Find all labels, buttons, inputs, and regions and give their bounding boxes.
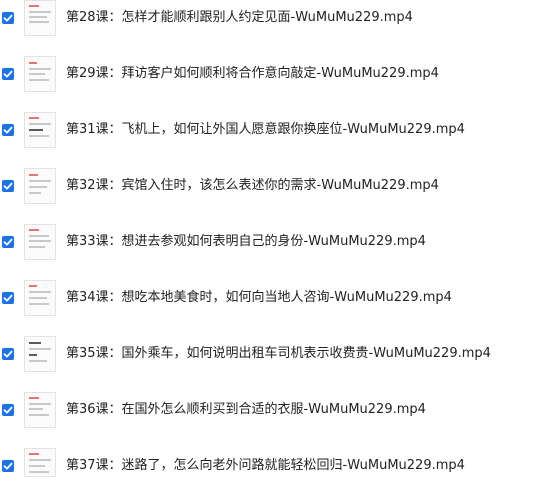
file-name[interactable]: 第33课：想进去参观如何表明自己的身份-WuMuMu229.mp4 [66, 234, 426, 250]
video-thumbnail[interactable] [24, 112, 56, 148]
checkbox-checked-icon[interactable] [2, 460, 14, 472]
file-row[interactable]: 第28课：怎样才能顺利跟别人约定见面-WuMuMu229.mp4 [0, 0, 534, 40]
video-thumbnail[interactable] [24, 168, 56, 204]
file-name[interactable]: 第32课：宾馆入住时，该怎么表述你的需求-WuMuMu229.mp4 [66, 178, 439, 194]
checkbox-checked-icon[interactable] [2, 348, 14, 360]
checkbox-checked-icon[interactable] [2, 12, 14, 24]
video-thumbnail[interactable] [24, 224, 56, 260]
file-name[interactable]: 第31课：飞机上，如何让外国人愿意跟你换座位-WuMuMu229.mp4 [66, 122, 465, 138]
checkbox-checked-icon[interactable] [2, 236, 14, 248]
checkbox-checked-icon[interactable] [2, 124, 14, 136]
file-row[interactable]: 第35课：国外乘车，如何说明出租车司机表示收费贵-WuMuMu229.mp4 [0, 336, 534, 376]
file-row[interactable]: 第37课：迷路了，怎么向老外问路就能轻松回归-WuMuMu229.mp4 [0, 448, 534, 488]
file-row[interactable]: 第32课：宾馆入住时，该怎么表述你的需求-WuMuMu229.mp4 [0, 168, 534, 208]
file-name[interactable]: 第35课：国外乘车，如何说明出租车司机表示收费贵-WuMuMu229.mp4 [66, 346, 491, 362]
video-thumbnail[interactable] [24, 56, 56, 92]
file-name[interactable]: 第29课：拜访客户如何顺利将合作意向敲定-WuMuMu229.mp4 [66, 66, 439, 82]
video-thumbnail[interactable] [24, 336, 56, 372]
video-thumbnail[interactable] [24, 448, 56, 477]
checkbox-checked-icon[interactable] [2, 292, 14, 304]
checkbox-checked-icon[interactable] [2, 180, 14, 192]
video-thumbnail[interactable] [24, 392, 56, 428]
checkbox-checked-icon[interactable] [2, 404, 14, 416]
file-row[interactable]: 第31课：飞机上，如何让外国人愿意跟你换座位-WuMuMu229.mp4 [0, 112, 534, 152]
file-row[interactable]: 第36课：在国外怎么顺利买到合适的衣服-WuMuMu229.mp4 [0, 392, 534, 432]
file-name[interactable]: 第34课：想吃本地美食时，如何向当地人咨询-WuMuMu229.mp4 [66, 290, 452, 306]
video-thumbnail[interactable] [24, 0, 56, 36]
file-row[interactable]: 第34课：想吃本地美食时，如何向当地人咨询-WuMuMu229.mp4 [0, 280, 534, 320]
video-thumbnail[interactable] [24, 280, 56, 316]
file-name[interactable]: 第36课：在国外怎么顺利买到合适的衣服-WuMuMu229.mp4 [66, 402, 426, 418]
checkbox-checked-icon[interactable] [2, 68, 14, 80]
file-name[interactable]: 第37课：迷路了，怎么向老外问路就能轻松回归-WuMuMu229.mp4 [66, 458, 465, 474]
file-row[interactable]: 第29课：拜访客户如何顺利将合作意向敲定-WuMuMu229.mp4 [0, 56, 534, 96]
file-row[interactable]: 第33课：想进去参观如何表明自己的身份-WuMuMu229.mp4 [0, 224, 534, 264]
file-name[interactable]: 第28课：怎样才能顺利跟别人约定见面-WuMuMu229.mp4 [66, 10, 413, 26]
